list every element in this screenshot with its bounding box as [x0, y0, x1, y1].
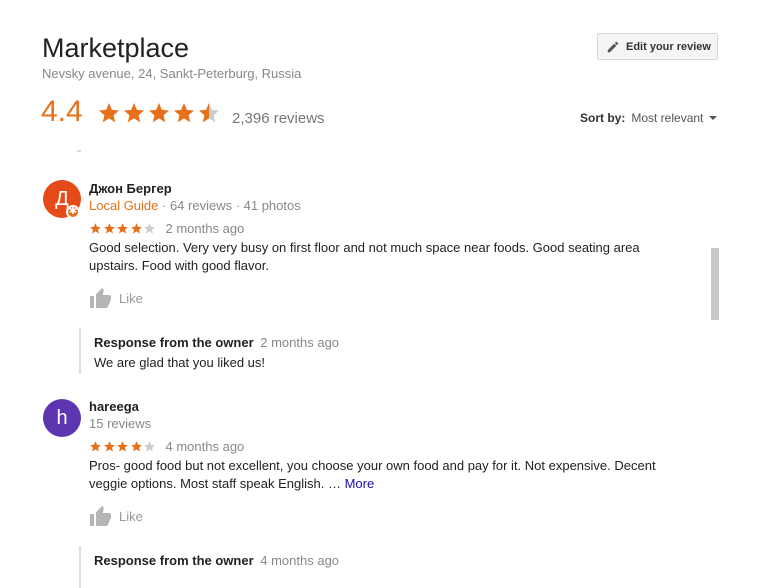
thumbs-up-icon	[89, 287, 113, 309]
owner-response-title: Response from the owner	[94, 553, 254, 568]
half-star-icon	[199, 103, 219, 123]
review-author-stats: · 64 reviews · 41 photos	[158, 198, 301, 213]
owner-response: Response from the owner 4 months ago	[79, 546, 339, 588]
star-empty-icon	[144, 223, 155, 234]
star-icon	[117, 223, 128, 234]
star-icon	[90, 441, 101, 452]
sort-value: Most relevant	[631, 111, 704, 125]
place-title: Marketplace	[42, 33, 190, 63]
star-icon	[103, 441, 115, 452]
star-icon	[174, 103, 194, 123]
review-author[interactable]: hareega	[89, 399, 139, 414]
like-button[interactable]: Like	[89, 505, 143, 527]
pencil-icon	[606, 40, 620, 54]
edit-review-button[interactable]: Edit your review	[597, 33, 718, 60]
rating-stars	[97, 101, 222, 125]
review-author-stats: 15 reviews	[89, 416, 152, 431]
review-author[interactable]: Джон Бергер	[89, 181, 172, 196]
rating-score: 4.4	[41, 95, 83, 128]
owner-response-title: Response from the owner	[94, 335, 254, 350]
scrollbar-thumb[interactable]	[711, 248, 719, 320]
review-author-meta: Local Guide · 64 reviews · 41 photos	[89, 198, 301, 213]
review-text: Pros- good food but not excellent, you c…	[89, 457, 679, 493]
star-icon	[130, 223, 142, 234]
star-icon	[124, 103, 144, 123]
sort-dropdown[interactable]: Sort by: Most relevant	[580, 111, 718, 125]
edit-review-label: Edit your review	[626, 40, 711, 53]
owner-response-date: 4 months ago	[260, 553, 340, 568]
star-icon	[130, 441, 142, 452]
avatar[interactable]: h	[43, 399, 81, 437]
star-icon	[149, 103, 169, 123]
more-link[interactable]: More	[345, 476, 375, 491]
review-stars: 2 months ago	[89, 221, 244, 236]
reviews-count[interactable]: 2,396 reviews	[232, 110, 325, 127]
sort-label: Sort by:	[580, 111, 626, 125]
place-address: Nevsky avenue, 24, Sankt-Peterburg, Russ…	[42, 66, 302, 81]
review-stars: 4 months ago	[89, 439, 244, 454]
like-label: Like	[119, 290, 143, 306]
like-button[interactable]: Like	[89, 287, 143, 309]
thumbs-up-icon	[89, 505, 113, 527]
star-icon	[90, 223, 101, 234]
owner-response-date: 2 months ago	[260, 335, 340, 350]
owner-response: Response from the owner 2 months ago We …	[79, 328, 339, 374]
star-icon	[103, 223, 115, 234]
local-guide-label[interactable]: Local Guide	[89, 198, 158, 213]
like-label: Like	[119, 508, 143, 524]
star-icon	[99, 103, 119, 123]
review-date: 4 months ago	[165, 439, 245, 454]
local-guide-badge-icon: ✱	[66, 205, 80, 219]
divider	[77, 150, 81, 152]
star-icon	[117, 441, 128, 452]
avatar-letter: h	[56, 406, 68, 429]
owner-response-text: We are glad that you liked us!	[94, 355, 266, 370]
review-text: Good selection. Very very busy on first …	[89, 240, 640, 273]
star-empty-icon	[144, 441, 155, 452]
review-date: 2 months ago	[165, 221, 245, 236]
chevron-down-icon	[709, 116, 718, 120]
